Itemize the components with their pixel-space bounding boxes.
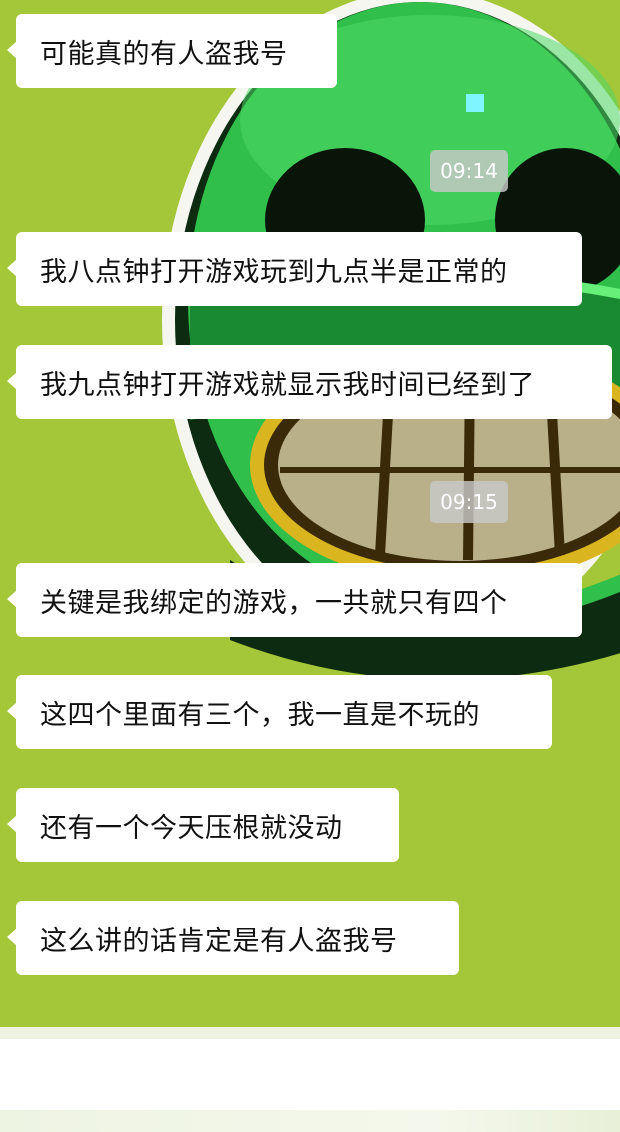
- message-bubble[interactable]: 还有一个今天压根就没动: [7, 788, 399, 862]
- message-bubble[interactable]: 这四个里面有三个，我一直是不玩的: [7, 675, 552, 749]
- message-text: 这四个里面有三个，我一直是不玩的: [40, 699, 480, 731]
- message-bubble[interactable]: 这么讲的话肯定是有人盗我号: [7, 901, 459, 975]
- message-text: 我八点钟打开游戏玩到九点半是正常的: [40, 256, 508, 288]
- chat-wallpaper: [162, 0, 620, 680]
- message-timestamp: 09:14: [430, 150, 508, 192]
- message-text: 我九点钟打开游戏就显示我时间已经到了: [40, 369, 535, 401]
- input-bar-bottom-edge: [0, 1110, 620, 1132]
- bottom-input-bar[interactable]: [0, 1027, 620, 1132]
- input-bar-divider: [0, 1027, 620, 1039]
- message-bubble[interactable]: 关键是我绑定的游戏，一共就只有四个: [7, 563, 582, 637]
- message-bubble[interactable]: 我八点钟打开游戏玩到九点半是正常的: [7, 232, 582, 306]
- message-text: 关键是我绑定的游戏，一共就只有四个: [40, 587, 508, 619]
- message-text: 可能真的有人盗我号: [40, 38, 288, 70]
- message-text: 还有一个今天压根就没动: [40, 812, 343, 844]
- message-text: 这么讲的话肯定是有人盗我号: [40, 925, 398, 957]
- message-bubble[interactable]: 我九点钟打开游戏就显示我时间已经到了: [7, 345, 612, 419]
- chat-area[interactable]: 可能真的有人盗我号 09:14 我八点钟打开游戏玩到九点半是正常的 我九点钟打开…: [0, 0, 620, 1027]
- message-timestamp: 09:15: [430, 481, 508, 523]
- message-bubble[interactable]: 可能真的有人盗我号: [7, 14, 337, 88]
